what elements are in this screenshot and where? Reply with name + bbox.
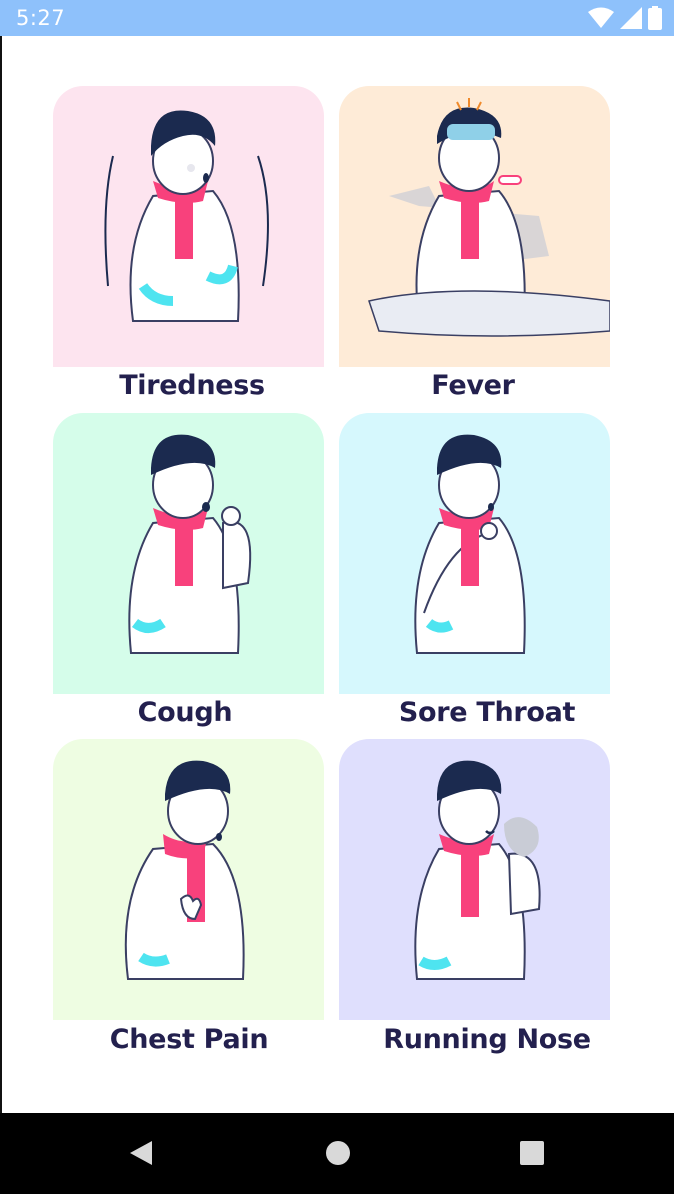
home-icon[interactable] [318, 1133, 358, 1173]
symptom-card-sore-throat[interactable] [339, 413, 610, 694]
chest-pain-illustration [53, 739, 324, 1020]
symptom-card-chest-pain[interactable] [53, 739, 324, 1020]
status-time: 5:27 [16, 6, 66, 30]
symptom-label-running-nose: Running Nose [383, 1024, 591, 1055]
symptom-label-fever: Fever [431, 370, 515, 401]
recents-icon[interactable] [512, 1133, 552, 1173]
symptom-label-chest-pain: Chest Pain [109, 1024, 269, 1055]
symptom-label-tiredness: Tiredness [119, 370, 265, 401]
battery-icon [648, 6, 662, 30]
symptoms-screen: Tiredness Fever Cough Sore Throat Chest … [0, 36, 674, 1113]
sore-throat-illustration [339, 413, 610, 694]
back-icon[interactable] [122, 1133, 162, 1173]
signal-icon [620, 7, 642, 29]
symptom-card-fever[interactable] [339, 86, 610, 367]
status-icons [588, 6, 662, 30]
running-nose-illustration [339, 739, 610, 1020]
fever-illustration [339, 86, 610, 367]
tiredness-illustration [53, 86, 324, 367]
wifi-icon [588, 7, 614, 28]
symptom-label-sore-throat: Sore Throat [398, 697, 576, 728]
symptom-card-cough[interactable] [53, 413, 324, 694]
symptom-label-cough: Cough [137, 697, 233, 728]
cough-illustration [53, 413, 324, 694]
symptom-card-running-nose[interactable] [339, 739, 610, 1020]
status-bar: 5:27 [0, 0, 674, 36]
symptom-card-tiredness[interactable] [53, 86, 324, 367]
navigation-bar [0, 1113, 674, 1194]
